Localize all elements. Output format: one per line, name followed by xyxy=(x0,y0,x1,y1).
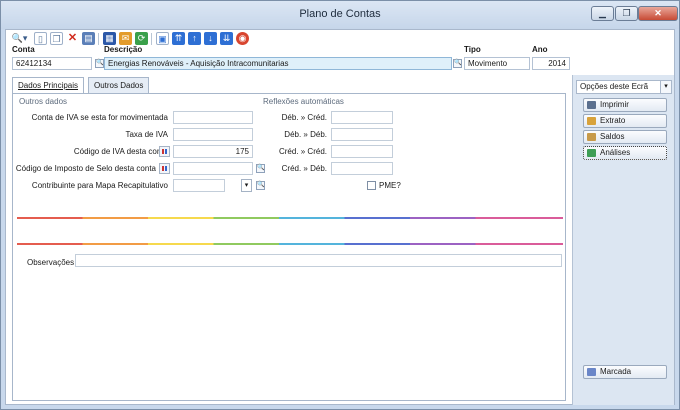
table-icon[interactable]: ▦ xyxy=(103,32,116,45)
deb-cred-label: Déb. » Créd. xyxy=(281,113,327,122)
help-icon[interactable]: ◉ xyxy=(236,32,249,45)
preview-icon[interactable]: ▣ xyxy=(156,32,169,45)
contribuinte-dropdown-icon[interactable]: ▾ xyxy=(241,179,252,192)
section-divider xyxy=(17,243,563,245)
saldos-button[interactable]: Saldos xyxy=(583,130,667,144)
codigo-iva-indicator-icon[interactable] xyxy=(159,146,170,157)
tab-dados-principais[interactable]: Dados Principais xyxy=(12,77,85,94)
reflexoes-title: Reflexões automáticas xyxy=(263,97,344,106)
cred-deb-label: Créd. » Déb. xyxy=(281,164,327,173)
deb-cred-input[interactable] xyxy=(331,111,393,124)
title-bar: Plano de Contas ▁ ❐ ✕ xyxy=(1,1,679,29)
conta-field[interactable]: 62412134 xyxy=(12,57,92,70)
search-icon[interactable]: 🔍▾ xyxy=(10,32,29,45)
minimize-button[interactable]: ▁ xyxy=(591,6,614,21)
deb-deb-label: Déb. » Déb. xyxy=(284,130,327,139)
conta-lookup-icon[interactable]: 🔍 xyxy=(95,59,104,68)
close-button[interactable]: ✕ xyxy=(638,6,678,21)
conta-iva-input[interactable] xyxy=(173,111,253,124)
extrato-button[interactable]: Extrato xyxy=(583,114,667,128)
delete-icon[interactable]: ✕ xyxy=(66,32,79,45)
dados-principais-panel: Outros dados Reflexões automáticas Conta… xyxy=(12,93,566,401)
next-icon[interactable]: ↓ xyxy=(204,32,217,45)
last-icon[interactable]: ⇊ xyxy=(220,32,233,45)
open-icon[interactable]: ✉ xyxy=(119,32,132,45)
imprimir-label: Imprimir xyxy=(600,100,629,109)
ano-field[interactable]: 2014 xyxy=(532,57,570,70)
options-selector[interactable]: Opções deste Ecrã ▾ xyxy=(576,80,672,94)
client-area: 🔍▾ ▯ ❐ ✕ ▤ ▦ ✉ ⟳ ▣ ⇈ ↑ ↓ ⇊ ◉ Conta 62412… xyxy=(5,29,675,405)
analises-label: Análises xyxy=(600,148,631,157)
taxa-iva-label: Taxa de IVA xyxy=(125,130,168,139)
codigo-iva-label: Código de IVA desta conta xyxy=(73,147,168,156)
printer-icon xyxy=(587,101,596,109)
restore-button[interactable]: ❐ xyxy=(615,6,638,21)
main-window: Plano de Contas ▁ ❐ ✕ 🔍▾ ▯ ❐ ✕ ▤ ▦ ✉ ⟳ ▣… xyxy=(0,0,680,410)
cred-cred-label: Créd. » Créd. xyxy=(278,147,327,156)
codigo-selo-lookup-icon[interactable]: 🔍 xyxy=(256,164,265,173)
previous-icon[interactable]: ↑ xyxy=(188,32,201,45)
section-divider xyxy=(17,217,563,219)
contribuinte-input[interactable] xyxy=(173,179,225,192)
analises-icon xyxy=(587,149,596,157)
ano-label: Ano xyxy=(532,45,548,54)
window-title: Plano de Contas xyxy=(299,8,381,20)
taxa-iva-input[interactable] xyxy=(173,128,253,141)
observacoes-label: Observações xyxy=(27,258,75,267)
saldos-icon xyxy=(587,133,596,141)
options-title: Opções deste Ecrã xyxy=(580,82,649,91)
outros-dados-title: Outros dados xyxy=(19,97,68,106)
imprimir-button[interactable]: Imprimir xyxy=(583,98,667,112)
marcada-button[interactable]: Marcada xyxy=(583,365,667,379)
toolbar-separator xyxy=(151,33,152,45)
tab-outros-dados[interactable]: Outros Dados xyxy=(88,77,150,93)
first-icon[interactable]: ⇈ xyxy=(172,32,185,45)
analises-button[interactable]: Análises xyxy=(583,146,667,160)
codigo-iva-input[interactable]: 175 xyxy=(173,145,253,158)
pme-label: PME? xyxy=(379,181,401,190)
properties-icon[interactable]: ▤ xyxy=(82,32,95,45)
deb-deb-input[interactable] xyxy=(331,128,393,141)
refresh-icon[interactable]: ⟳ xyxy=(135,32,148,45)
options-panel: Opções deste Ecrã ▾ Imprimir Extrato Sal… xyxy=(572,75,674,405)
conta-iva-label: Conta de IVA se esta for movimentada xyxy=(31,113,168,122)
codigo-selo-indicator-icon[interactable] xyxy=(159,163,170,174)
copy-icon[interactable]: ❐ xyxy=(50,32,63,45)
toolbar-separator xyxy=(98,33,99,45)
conta-label: Conta xyxy=(12,45,35,54)
cred-cred-input[interactable] xyxy=(331,145,393,158)
descricao-field[interactable]: Energias Renováveis - Aquisição Intracom… xyxy=(104,57,452,70)
chevron-down-icon[interactable]: ▾ xyxy=(660,80,672,94)
new-icon[interactable]: ▯ xyxy=(34,32,47,45)
tipo-label: Tipo xyxy=(464,45,481,54)
cred-deb-input[interactable] xyxy=(331,162,393,175)
saldos-label: Saldos xyxy=(600,132,625,141)
pme-checkbox[interactable] xyxy=(367,181,376,190)
marcada-label: Marcada xyxy=(600,367,632,376)
observacoes-input[interactable] xyxy=(75,254,562,267)
extrato-label: Extrato xyxy=(600,116,626,125)
tipo-field[interactable]: Movimento xyxy=(464,57,530,70)
bookmark-icon xyxy=(587,368,596,376)
contribuinte-label: Contribuinte para Mapa Recapitulativo xyxy=(31,181,168,190)
codigo-selo-label: Código de Imposto de Selo desta conta xyxy=(15,164,156,173)
descricao-label: Descrição xyxy=(104,45,143,54)
contribuinte-lookup-icon[interactable]: 🔍 xyxy=(256,181,265,190)
descricao-lookup-icon[interactable]: 🔍 xyxy=(453,59,462,68)
extrato-icon xyxy=(587,117,596,125)
codigo-selo-input[interactable] xyxy=(173,162,253,175)
